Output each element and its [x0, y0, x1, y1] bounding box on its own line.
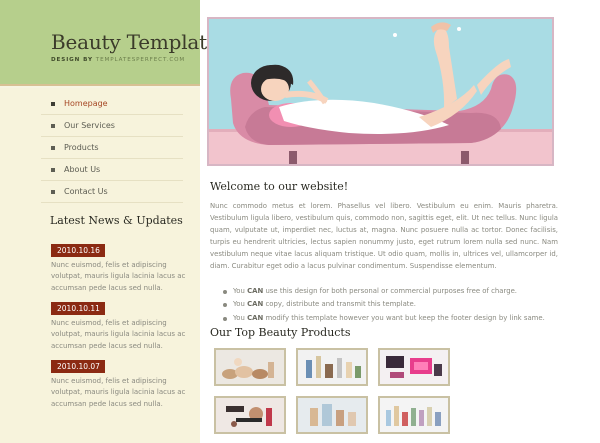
product-thumbnail[interactable] [214, 348, 286, 386]
news-item: 2010.10.16 Nunc euismod, felis et adipis… [51, 238, 187, 294]
news-heading: Latest News & Updates [50, 214, 183, 227]
product-thumbnail[interactable] [296, 348, 368, 386]
site-tagline: DESIGN BY TEMPLATESPERFECT.COM [51, 57, 219, 63]
nav-item-label: Products [64, 143, 99, 152]
list-item-emphasis: CAN [247, 313, 264, 322]
list-item-text: You [233, 313, 248, 322]
products-heading: Our Top Beauty Products [210, 326, 351, 339]
news-text: Nunc euismod, felis et adipiscing volutp… [51, 377, 186, 408]
news-item: 2010.10.11 Nunc euismod, felis et adipis… [51, 296, 187, 352]
list-item-text: You [233, 300, 248, 309]
usage-list: You CAN use this design for both persona… [222, 285, 552, 325]
square-bullet-icon [51, 101, 55, 106]
list-item-text: copy, distribute and transmit this templ… [263, 300, 416, 309]
list-item: You CAN modify this template however you… [222, 312, 552, 325]
nav-item-label: Contact Us [64, 187, 108, 196]
list-item-text: You [233, 287, 248, 295]
news-date-badge[interactable]: 2010.10.16 [51, 244, 105, 257]
product-thumbnail[interactable] [378, 348, 450, 386]
site-logo[interactable]: Beauty Template DESIGN BY TEMPLATESPERFE… [51, 30, 219, 63]
hero-illustration [207, 17, 554, 166]
intro-paragraph: Nunc commodo metus et lorem. Phasellus v… [210, 202, 558, 270]
square-bullet-icon [51, 145, 55, 150]
list-item-text: use this design for both personal or com… [263, 287, 517, 295]
nav-item-homepage[interactable]: Homepage [41, 93, 183, 115]
list-item-text: modify this template however you want bu… [263, 313, 545, 322]
nav-item-about-us[interactable]: About Us [41, 159, 183, 181]
news-item: 2010.10.07 Nunc euismod, felis et adipis… [51, 354, 187, 410]
square-bullet-icon [51, 189, 55, 194]
welcome-heading: Welcome to our website! [210, 180, 349, 193]
news-date-badge[interactable]: 2010.10.11 [51, 302, 105, 315]
nav-item-label: Homepage [64, 99, 108, 108]
site-title: Beauty Template [51, 30, 219, 54]
main-navigation: Homepage Our Services Products About Us … [41, 93, 183, 203]
nav-item-contact-us[interactable]: Contact Us [41, 181, 183, 203]
nav-item-products[interactable]: Products [41, 137, 183, 159]
tagline-prefix: DESIGN BY [51, 57, 96, 63]
news-text: Nunc euismod, felis et adipiscing volutp… [51, 319, 186, 350]
list-item: You CAN copy, distribute and transmit th… [222, 298, 552, 311]
news-text: Nunc euismod, felis et adipiscing volutp… [51, 261, 186, 292]
nav-item-label: Our Services [64, 121, 115, 130]
designer-link[interactable]: TEMPLATESPERFECT.COM [96, 57, 185, 63]
nav-item-our-services[interactable]: Our Services [41, 115, 183, 137]
news-date-badge[interactable]: 2010.10.07 [51, 360, 105, 373]
list-item-emphasis: CAN [247, 287, 264, 295]
product-thumbnail[interactable] [296, 396, 368, 434]
product-thumbnail[interactable] [214, 396, 286, 434]
list-item-emphasis: CAN [247, 300, 264, 309]
square-bullet-icon [51, 167, 55, 172]
list-item: You CAN use this design for both persona… [222, 285, 552, 298]
nav-item-label: About Us [64, 165, 101, 174]
square-bullet-icon [51, 123, 55, 128]
product-thumbnail[interactable] [378, 396, 450, 434]
